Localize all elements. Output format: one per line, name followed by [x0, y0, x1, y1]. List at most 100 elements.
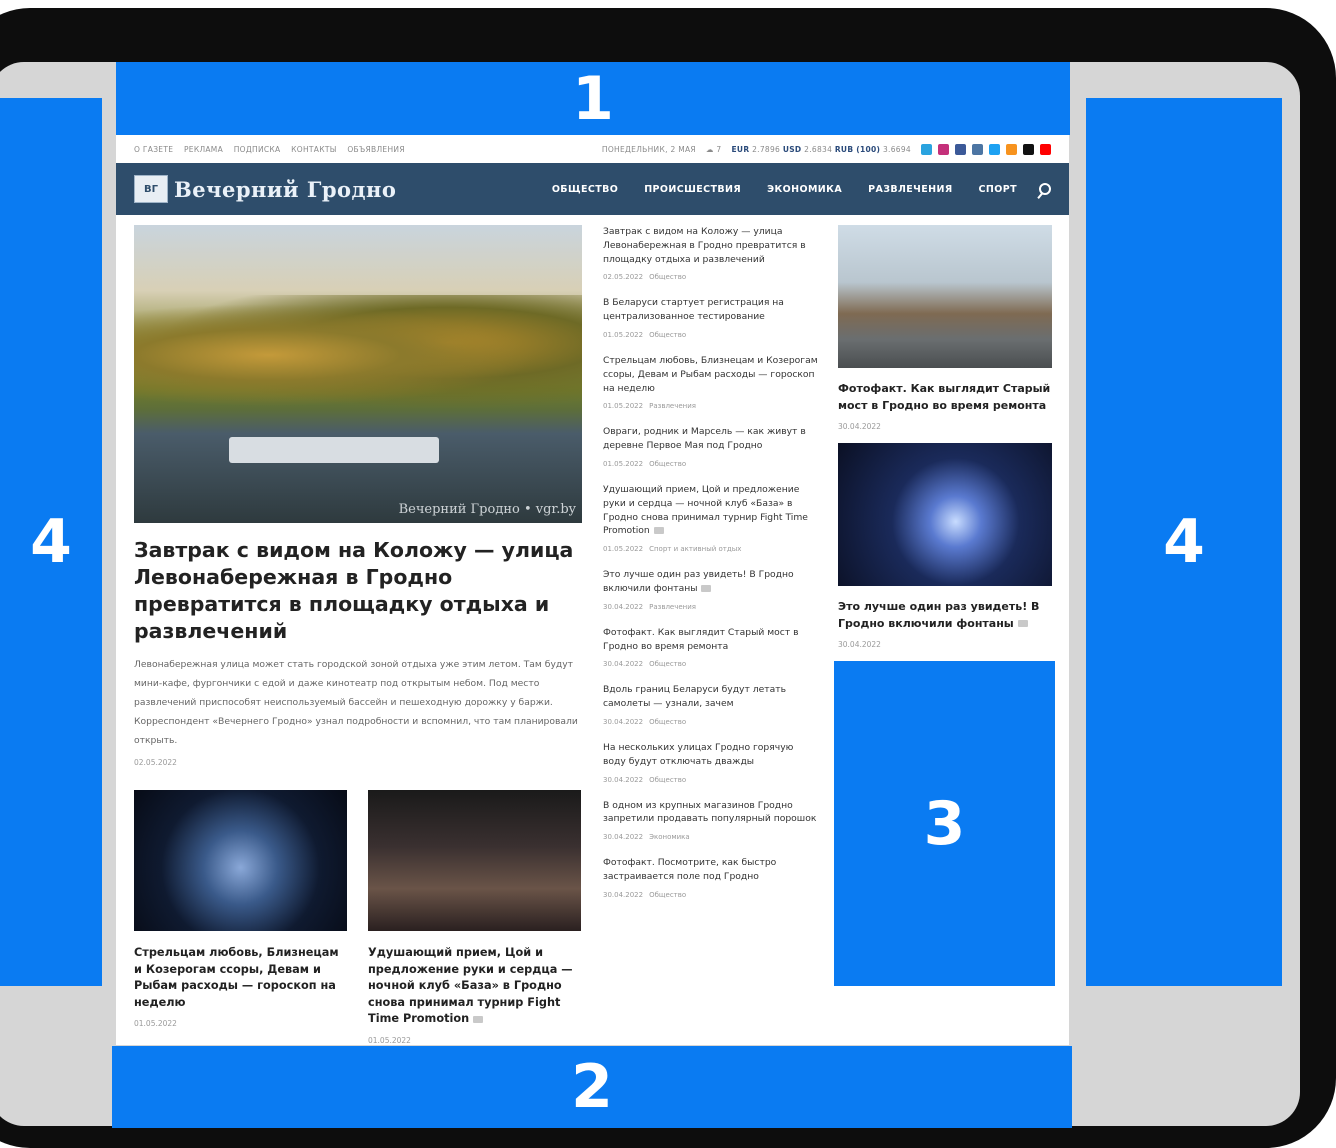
- feed-title-text: Удушающий прием, Цой и предложение руки …: [603, 483, 808, 537]
- feed-category[interactable]: Общество: [649, 331, 686, 339]
- ok-icon[interactable]: [1006, 143, 1017, 155]
- ad-zone-label: 4: [1163, 507, 1205, 577]
- feed-category[interactable]: Экономика: [649, 833, 690, 841]
- article-card[interactable]: Стрельцам любовь, Близнецам и Козерогам …: [134, 790, 347, 1045]
- feed-date: 30.04.2022: [603, 602, 644, 611]
- feed-category[interactable]: Общество: [649, 660, 686, 668]
- feed-date: 01.05.2022: [603, 402, 644, 411]
- top-links: О ГАЗЕТЕ РЕКЛАМА ПОДПИСКА КОНТАКТЫ ОБЪЯВ…: [134, 145, 413, 154]
- feed-title[interactable]: Завтрак с видом на Коложу — улица Левона…: [603, 225, 819, 266]
- feed-date: 01.05.2022: [603, 330, 644, 339]
- top-link-subscribe[interactable]: ПОДПИСКА: [234, 145, 281, 154]
- camera-icon: [473, 1015, 484, 1023]
- feed-item[interactable]: В Беларуси стартует регистрация на центр…: [603, 296, 819, 339]
- feed-meta: 30.04.2022 Развлечения: [603, 603, 819, 611]
- side-title[interactable]: Это лучше один раз увидеть! В Гродно вкл…: [838, 599, 1052, 632]
- feed-item[interactable]: Фотофакт. Посмотрите, как быстро застраи…: [603, 856, 819, 899]
- feed-category[interactable]: Спорт и активный отдых: [649, 545, 741, 553]
- social-links: [921, 143, 1051, 155]
- side-title-text: Это лучше один раз увидеть! В Гродно вкл…: [838, 600, 1040, 630]
- feed-meta: 30.04.2022 Общество: [603, 891, 819, 899]
- feed-meta: 30.04.2022 Экономика: [603, 833, 819, 841]
- news-feed: Завтрак с видом на Коложу — улица Левона…: [603, 225, 819, 914]
- logo-text: Вечерний Гродно: [174, 176, 397, 202]
- top-link-contacts[interactable]: КОНТАКТЫ: [291, 145, 337, 154]
- site-logo[interactable]: ВГ Вечерний Гродно: [134, 175, 396, 203]
- twitter-icon[interactable]: [989, 143, 1000, 155]
- eur-label: EUR: [731, 144, 750, 154]
- nav-item-economy[interactable]: ЭКОНОМИКА: [767, 184, 842, 195]
- side-article[interactable]: Это лучше один раз увидеть! В Гродно вкл…: [838, 443, 1052, 649]
- feed-item[interactable]: Фотофакт. Как выглядит Старый мост в Гро…: [603, 626, 819, 669]
- instagram-icon[interactable]: [938, 143, 949, 155]
- ad-zone-sidebar: 3: [834, 661, 1055, 986]
- camera-icon: [701, 584, 712, 592]
- feed-item[interactable]: Вдоль границ Беларуси будут летать самол…: [603, 683, 819, 726]
- top-link-about[interactable]: О ГАЗЕТЕ: [134, 145, 173, 154]
- hero-description: Левонабережная улица может стать городск…: [134, 659, 578, 746]
- feed-title[interactable]: Овраги, родник и Марсель — как живут в д…: [603, 425, 819, 453]
- rub-label: RUB (100): [834, 144, 881, 154]
- feed-category[interactable]: Развлечения: [649, 402, 696, 410]
- top-link-ads[interactable]: РЕКЛАМА: [184, 145, 223, 154]
- feed-meta: 02.05.2022 Общество: [603, 273, 819, 281]
- nav-item-entertainment[interactable]: РАЗВЛЕЧЕНИЯ: [868, 184, 952, 195]
- top-link-classifieds[interactable]: ОБЪЯВЛЕНИЯ: [347, 145, 405, 154]
- facebook-icon[interactable]: [955, 143, 966, 155]
- feed-category[interactable]: Общество: [649, 891, 686, 899]
- feed-item[interactable]: В одном из крупных магазинов Гродно запр…: [603, 799, 819, 842]
- temperature: 7: [716, 144, 722, 154]
- currency-rates: EUR 2.7896 USD 2.6834 RUB (100) 3.6694: [732, 145, 912, 154]
- feed-item[interactable]: Завтрак с видом на Коложу — улица Левона…: [603, 225, 819, 281]
- side-article[interactable]: Фотофакт. Как выглядит Старый мост в Гро…: [838, 225, 1052, 431]
- feed-title[interactable]: В одном из крупных магазинов Гродно запр…: [603, 799, 819, 827]
- article-card[interactable]: Удушающий прием, Цой и предложение руки …: [368, 790, 581, 1045]
- vk-icon[interactable]: [972, 143, 983, 155]
- feed-title[interactable]: На нескольких улицах Гродно горячую воду…: [603, 741, 819, 769]
- feed-category[interactable]: Общество: [649, 460, 686, 468]
- feed-title-text: Это лучше один раз увидеть! В Гродно вкл…: [603, 569, 794, 594]
- feed-meta: 30.04.2022 Общество: [603, 660, 819, 668]
- hero-image[interactable]: Вечерний Гродно • vgr.by: [134, 225, 582, 523]
- feed-item[interactable]: Удушающий прием, Цой и предложение руки …: [603, 483, 819, 553]
- feed-title[interactable]: Вдоль границ Беларуси будут летать самол…: [603, 683, 819, 711]
- hero-watermark: Вечерний Гродно • vgr.by: [398, 502, 576, 517]
- camera-icon: [653, 527, 664, 535]
- hero-title[interactable]: Завтрак с видом на Коложу — улица Левона…: [134, 537, 582, 645]
- feed-title[interactable]: В Беларуси стартует регистрация на центр…: [603, 296, 819, 324]
- telegram-icon[interactable]: [921, 143, 932, 155]
- weather: ☁ 7: [706, 145, 722, 154]
- nav-item-incidents[interactable]: ПРОИСШЕСТВИЯ: [644, 184, 741, 195]
- feed-title[interactable]: Стрельцам любовь, Близнецам и Козерогам …: [603, 354, 819, 395]
- feed-item[interactable]: Это лучше один раз увидеть! В Гродно вкл…: [603, 568, 819, 611]
- device-frame: 4 4 1 2 О ГАЗЕТЕ РЕКЛАМА ПОДПИСКА КОНТАК…: [0, 0, 1336, 1148]
- feed-date: 30.04.2022: [603, 775, 644, 784]
- feed-item[interactable]: Стрельцам любовь, Близнецам и Козерогам …: [603, 354, 819, 410]
- card-title[interactable]: Удушающий прием, Цой и предложение руки …: [368, 945, 581, 1028]
- feed-item[interactable]: На нескольких улицах Гродно горячую воду…: [603, 741, 819, 784]
- feed-category[interactable]: Общество: [649, 718, 686, 726]
- feed-category[interactable]: Общество: [649, 776, 686, 784]
- card-title[interactable]: Стрельцам любовь, Близнецам и Козерогам …: [134, 945, 347, 1011]
- hero-image-barge: [229, 437, 439, 463]
- tiktok-icon[interactable]: [1023, 143, 1034, 155]
- ad-zone-label: 4: [30, 507, 72, 577]
- nav-item-sport[interactable]: СПОРТ: [979, 184, 1017, 195]
- feed-title[interactable]: Это лучше один раз увидеть! В Гродно вкл…: [603, 568, 819, 596]
- feed-meta: 01.05.2022 Развлечения: [603, 402, 819, 410]
- search-icon[interactable]: [1039, 183, 1051, 195]
- feed-title[interactable]: Фотофакт. Посмотрите, как быстро застраи…: [603, 856, 819, 884]
- card-date: 01.05.2022: [134, 1019, 177, 1028]
- cloud-icon: ☁: [705, 144, 714, 154]
- horoscope-image: [134, 790, 347, 931]
- feed-category[interactable]: Общество: [649, 273, 686, 281]
- feed-date: 01.05.2022: [603, 545, 644, 554]
- nav-item-society[interactable]: ОБЩЕСТВО: [552, 184, 618, 195]
- feed-category[interactable]: Развлечения: [649, 603, 696, 611]
- side-title[interactable]: Фотофакт. Как выглядит Старый мост в Гро…: [838, 381, 1052, 414]
- ad-zone-label: 2: [571, 1052, 613, 1122]
- feed-item[interactable]: Овраги, родник и Марсель — как живут в д…: [603, 425, 819, 468]
- feed-title[interactable]: Удушающий прием, Цой и предложение руки …: [603, 483, 819, 538]
- youtube-icon[interactable]: [1040, 143, 1051, 155]
- feed-title[interactable]: Фотофакт. Как выглядит Старый мост в Гро…: [603, 626, 819, 654]
